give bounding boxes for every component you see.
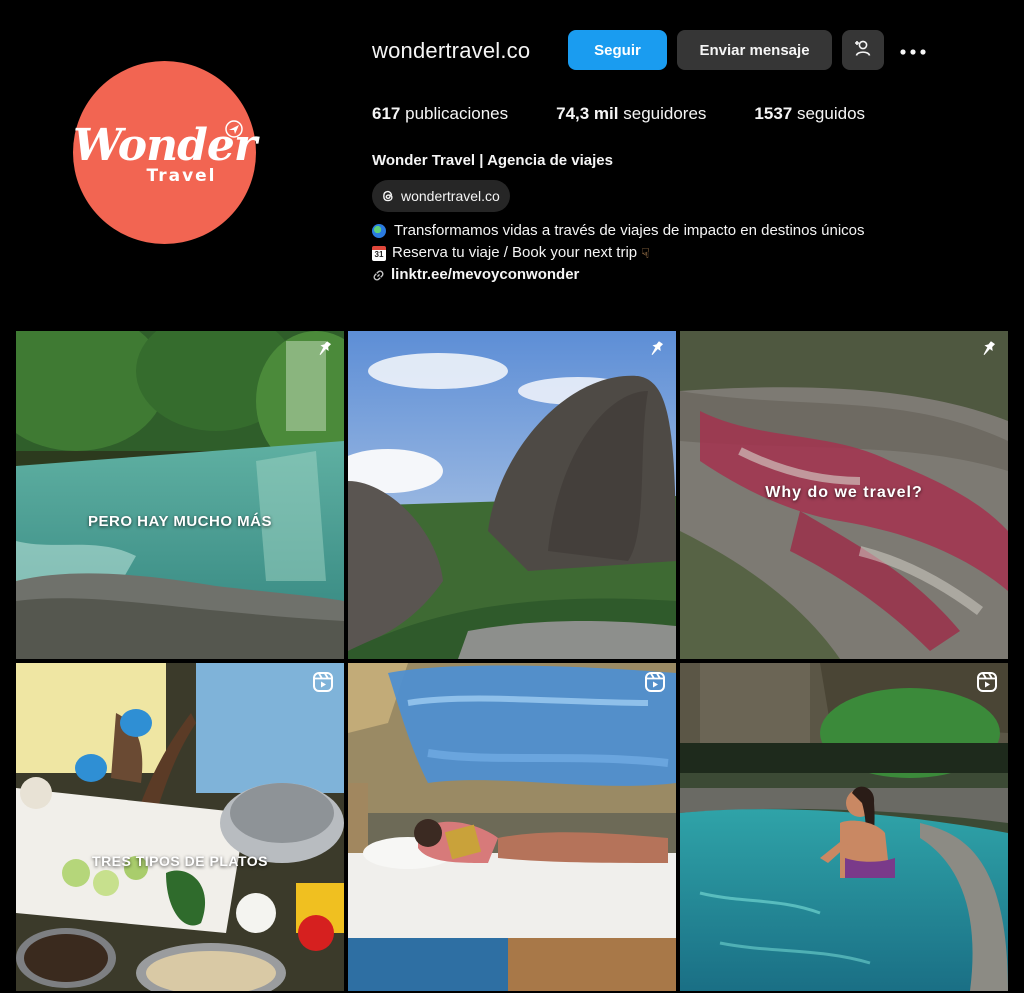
- globe-icon: [372, 224, 386, 238]
- pin-icon: [978, 339, 998, 364]
- bio-line-2: Reserva tu viaje / Book your next trip: [392, 244, 638, 261]
- bio-link[interactable]: linktr.ee/mevoyconwonder: [391, 264, 579, 286]
- profile-bio: Transformamos vidas a través de viajes d…: [372, 220, 865, 286]
- link-icon: [372, 269, 385, 282]
- posts-label: publicaciones: [405, 104, 509, 123]
- cooking-photo: [16, 663, 344, 991]
- threads-handle: wondertravel.co: [401, 188, 500, 204]
- post-tile[interactable]: PERO HAY MUCHO MÁS: [16, 331, 344, 659]
- threads-icon: [380, 188, 396, 204]
- follow-button[interactable]: Seguir: [568, 30, 667, 70]
- followers-stat[interactable]: 74,3 mil seguidores: [556, 104, 706, 124]
- pointing-down-icon: ☟: [641, 245, 650, 261]
- bio-line-1: Transformamos vidas a través de viajes d…: [394, 222, 865, 239]
- more-options-button[interactable]: [895, 30, 931, 70]
- reel-icon: [312, 671, 334, 698]
- calendar-icon: 31: [372, 245, 386, 261]
- post-tile[interactable]: [348, 663, 676, 991]
- send-message-button[interactable]: Enviar mensaje: [677, 30, 832, 70]
- following-stat[interactable]: 1537 seguidos: [754, 104, 865, 124]
- pin-icon: [314, 339, 334, 364]
- bio-line: Transformamos vidas a través de viajes d…: [372, 220, 865, 242]
- posts-stat: 617 publicaciones: [372, 104, 508, 124]
- post-overlay-text: TRES TIPOS DE PLATOS: [92, 853, 268, 869]
- post-overlay-text: PERO HAY MUCHO MÁS: [87, 513, 273, 530]
- person-plus-icon: [853, 39, 873, 61]
- following-label: seguidos: [796, 104, 866, 123]
- airplane-icon: [224, 119, 244, 144]
- post-tile[interactable]: Why do we travel?: [680, 331, 1008, 659]
- post-tile[interactable]: [348, 331, 676, 659]
- profile-stats: 617 publicaciones 74,3 mil seguidores 15…: [372, 104, 913, 124]
- river-photo: [16, 331, 344, 659]
- posts-count: 617: [372, 104, 401, 123]
- followers-count: 74,3 mil: [556, 104, 619, 123]
- threads-badge[interactable]: wondertravel.co: [372, 180, 510, 212]
- profile-username: wondertravel.co: [372, 38, 531, 63]
- suggest-accounts-button[interactable]: [842, 30, 884, 70]
- bio-link-row[interactable]: linktr.ee/mevoyconwonder: [372, 264, 865, 286]
- profile-avatar[interactable]: Wonder Travel: [73, 61, 257, 244]
- reel-icon: [976, 671, 998, 698]
- more-horizontal-icon: [900, 42, 926, 59]
- post-tile[interactable]: [680, 663, 1008, 991]
- post-overlay-text: Why do we travel?: [765, 484, 923, 501]
- canopy-bed-photo: [348, 663, 676, 991]
- mountain-photo: [348, 331, 676, 659]
- pin-icon: [646, 339, 666, 364]
- natural-pool-photo: [680, 663, 1008, 991]
- avatar-logo-sub: Travel: [146, 165, 217, 186]
- bio-line: 31 Reserva tu viaje / Book your next tri…: [372, 242, 865, 264]
- following-count: 1537: [754, 104, 793, 123]
- profile-full-name: Wonder Travel | Agencia de viajes: [372, 152, 613, 169]
- followers-label: seguidores: [623, 104, 707, 123]
- post-tile[interactable]: TRES TIPOS DE PLATOS: [16, 663, 344, 991]
- reel-icon: [644, 671, 666, 698]
